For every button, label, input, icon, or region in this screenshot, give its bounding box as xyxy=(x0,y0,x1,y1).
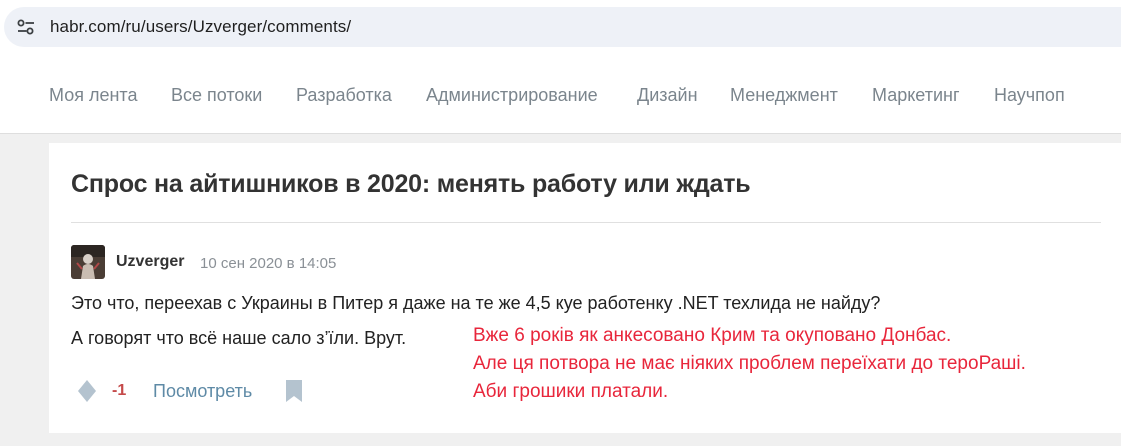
annotation-line: Але ця потвора не має ніяких проблем пер… xyxy=(473,353,1026,374)
view-comment-link[interactable]: Посмотреть xyxy=(153,381,252,402)
address-bar[interactable]: habr.com/ru/users/Uzverger/comments/ xyxy=(4,7,1121,47)
annotation-line: Вже 6 років як анкесовано Крим та окупов… xyxy=(473,325,952,346)
url-text[interactable]: habr.com/ru/users/Uzverger/comments/ xyxy=(50,17,351,37)
nav-item-my-feed[interactable]: Моя лента xyxy=(49,85,137,106)
comment-score: -1 xyxy=(112,382,127,399)
annotation-line: Аби грошики платали. xyxy=(473,381,669,402)
browser-toolbar: habr.com/ru/users/Uzverger/comments/ xyxy=(0,0,1121,55)
avatar[interactable] xyxy=(71,245,105,279)
nav-item-all-streams[interactable]: Все потоки xyxy=(171,85,262,106)
hub-navigation: Моя лента Все потоки Разработка Админист… xyxy=(0,55,1121,134)
comment-timestamp[interactable]: 10 сен 2020 в 14:05 xyxy=(200,255,336,272)
vote-icon[interactable] xyxy=(78,380,96,402)
divider xyxy=(71,222,1101,223)
post-title[interactable]: Спрос на айтишников в 2020: менять работ… xyxy=(71,170,751,199)
bookmark-icon[interactable] xyxy=(286,380,302,402)
nav-item-design[interactable]: Дизайн xyxy=(637,85,698,106)
nav-item-popular-science[interactable]: Научпоп xyxy=(994,85,1065,106)
nav-item-administration[interactable]: Администрирование xyxy=(426,85,598,106)
comment-author[interactable]: Uzverger xyxy=(116,253,184,271)
tune-icon[interactable] xyxy=(17,19,35,35)
nav-item-development[interactable]: Разработка xyxy=(296,85,392,106)
comment-text-line: А говорят что всё наше сало з’їли. Врут. xyxy=(71,328,407,348)
avatar-image xyxy=(71,245,105,279)
nav-item-management[interactable]: Менеджмент xyxy=(730,85,838,106)
comment-text-line: Это что, переехав с Украины в Питер я да… xyxy=(71,293,881,313)
overlay-annotation: Вже 6 років як анкесовано Крим та окупов… xyxy=(473,322,1026,406)
nav-item-marketing[interactable]: Маркетинг xyxy=(872,85,960,106)
